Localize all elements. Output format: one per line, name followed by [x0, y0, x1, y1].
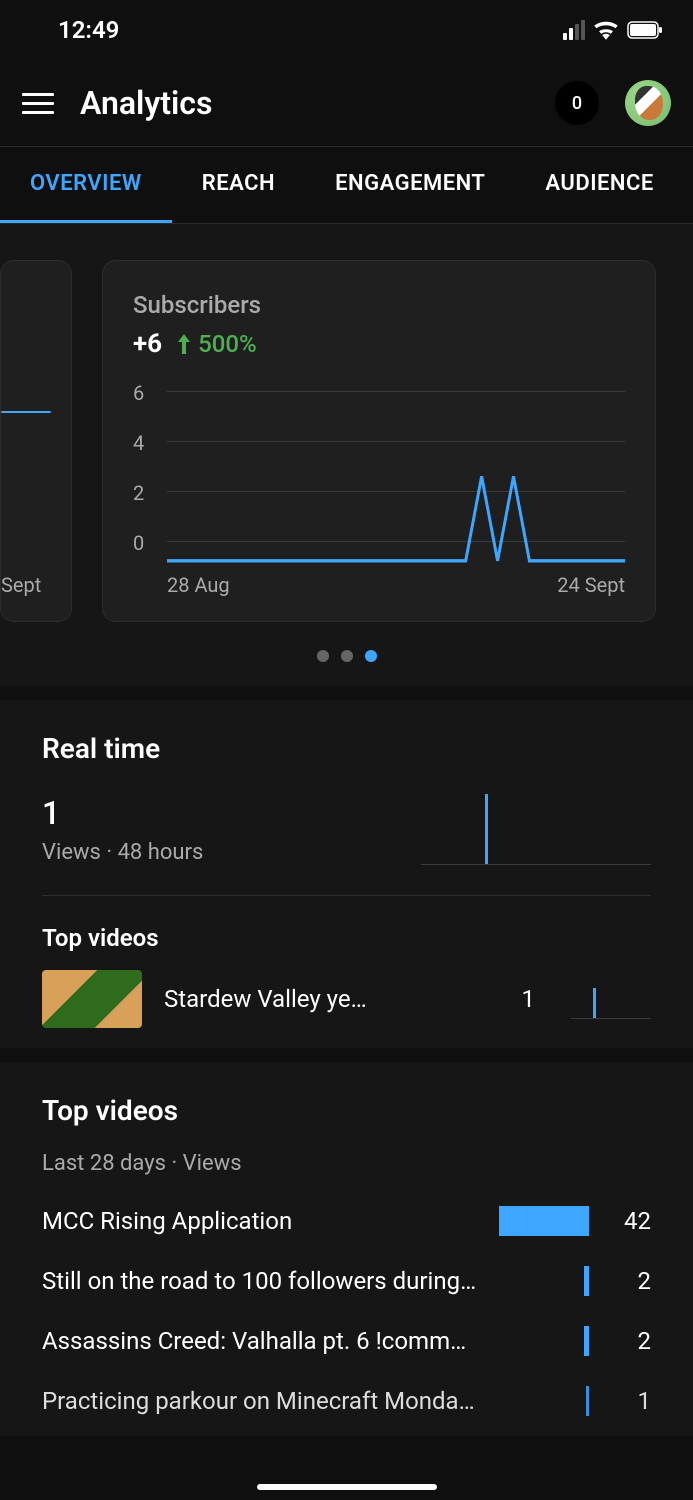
tab-reach[interactable]: REACH	[172, 147, 305, 223]
realtime-video-row[interactable]: Stardew Valley ye… 1	[42, 970, 651, 1028]
y-tick: 0	[133, 531, 144, 555]
rank-row[interactable]: Assassins Creed: Valhalla pt. 6 !comm… 2	[42, 1326, 651, 1356]
dot-0[interactable]	[317, 650, 329, 662]
realtime-top-heading: Top videos	[42, 924, 651, 952]
avatar[interactable]	[625, 80, 671, 126]
realtime-section: Real time 1 Views · 48 hours Top videos …	[0, 700, 693, 1048]
y-tick: 2	[133, 481, 144, 505]
y-tick: 4	[133, 431, 144, 455]
subscribers-chart: 6 4 2 0	[133, 383, 625, 563]
arrow-up-icon	[176, 334, 192, 354]
video-title: Stardew Valley ye…	[164, 985, 473, 1013]
x-start: 28 Aug	[167, 573, 230, 597]
y-tick: 6	[133, 381, 144, 405]
rank-row[interactable]: Still on the road to 100 followers durin…	[42, 1266, 651, 1296]
top-videos-heading: Top videos	[42, 1094, 651, 1127]
tab-audience[interactable]: AUDIENCE	[515, 147, 683, 223]
app-header: Analytics 0	[0, 60, 693, 146]
status-bar: 12:49	[0, 0, 693, 60]
menu-icon[interactable]	[22, 93, 54, 114]
rank-value: 42	[607, 1207, 651, 1235]
dot-1[interactable]	[341, 650, 353, 662]
rank-title: Practicing parkour on Minecraft Monda…	[42, 1387, 481, 1415]
battery-icon	[627, 21, 663, 39]
metric-carousel[interactable]: Sept Subscribers +6 500% 6 4 2 0 28 Aug …	[0, 224, 693, 636]
dot-2[interactable]	[365, 650, 377, 662]
realtime-sparkline	[421, 789, 651, 865]
card-title: Subscribers	[133, 291, 625, 319]
wifi-icon	[593, 20, 619, 40]
rank-title: Assassins Creed: Valhalla pt. 6 !comm…	[42, 1327, 481, 1355]
card-delta: 500%	[176, 330, 257, 358]
video-sparkline	[571, 979, 651, 1019]
video-views: 1	[495, 985, 535, 1013]
realtime-heading: Real time	[42, 732, 651, 765]
notification-badge[interactable]: 0	[555, 81, 599, 125]
rank-bar	[584, 1266, 589, 1296]
rank-row[interactable]: Practicing parkour on Minecraft Monda… 1	[42, 1386, 651, 1416]
x-end: 24 Sept	[557, 573, 625, 597]
top-videos-sub: Last 28 days · Views	[42, 1151, 651, 1176]
tabs: OVERVIEW REACH ENGAGEMENT AUDIENCE	[0, 146, 693, 224]
rank-value: 1	[607, 1387, 651, 1415]
subscribers-card[interactable]: Subscribers +6 500% 6 4 2 0 28 Aug 24 Se…	[102, 260, 656, 622]
tab-overview[interactable]: OVERVIEW	[0, 147, 172, 223]
rank-bar	[586, 1386, 589, 1416]
status-time: 12:49	[58, 16, 119, 44]
realtime-value: 1	[42, 794, 203, 832]
home-indicator[interactable]	[257, 1484, 437, 1490]
metric-card-prev[interactable]: Sept	[0, 260, 72, 622]
rank-bar	[499, 1206, 589, 1236]
top-videos-section: Top videos Last 28 days · Views MCC Risi…	[0, 1062, 693, 1436]
realtime-sub: Views · 48 hours	[42, 840, 203, 865]
video-thumbnail	[42, 970, 142, 1028]
x-axis: 28 Aug 24 Sept	[167, 573, 625, 597]
line-chart	[167, 383, 625, 563]
rank-bar	[584, 1326, 589, 1356]
status-icons	[563, 20, 663, 40]
rank-value: 2	[607, 1267, 651, 1295]
rank-value: 2	[607, 1327, 651, 1355]
page-title: Analytics	[80, 84, 529, 122]
carousel-dots[interactable]	[0, 636, 693, 686]
rank-row[interactable]: MCC Rising Application 42	[42, 1206, 651, 1236]
prev-card-x-end: Sept	[1, 573, 41, 597]
rank-title: MCC Rising Application	[42, 1207, 481, 1235]
card-value: +6	[133, 329, 162, 359]
rank-title: Still on the road to 100 followers durin…	[42, 1267, 481, 1295]
cellular-icon	[563, 20, 585, 40]
tab-engagement[interactable]: ENGAGEMENT	[305, 147, 515, 223]
